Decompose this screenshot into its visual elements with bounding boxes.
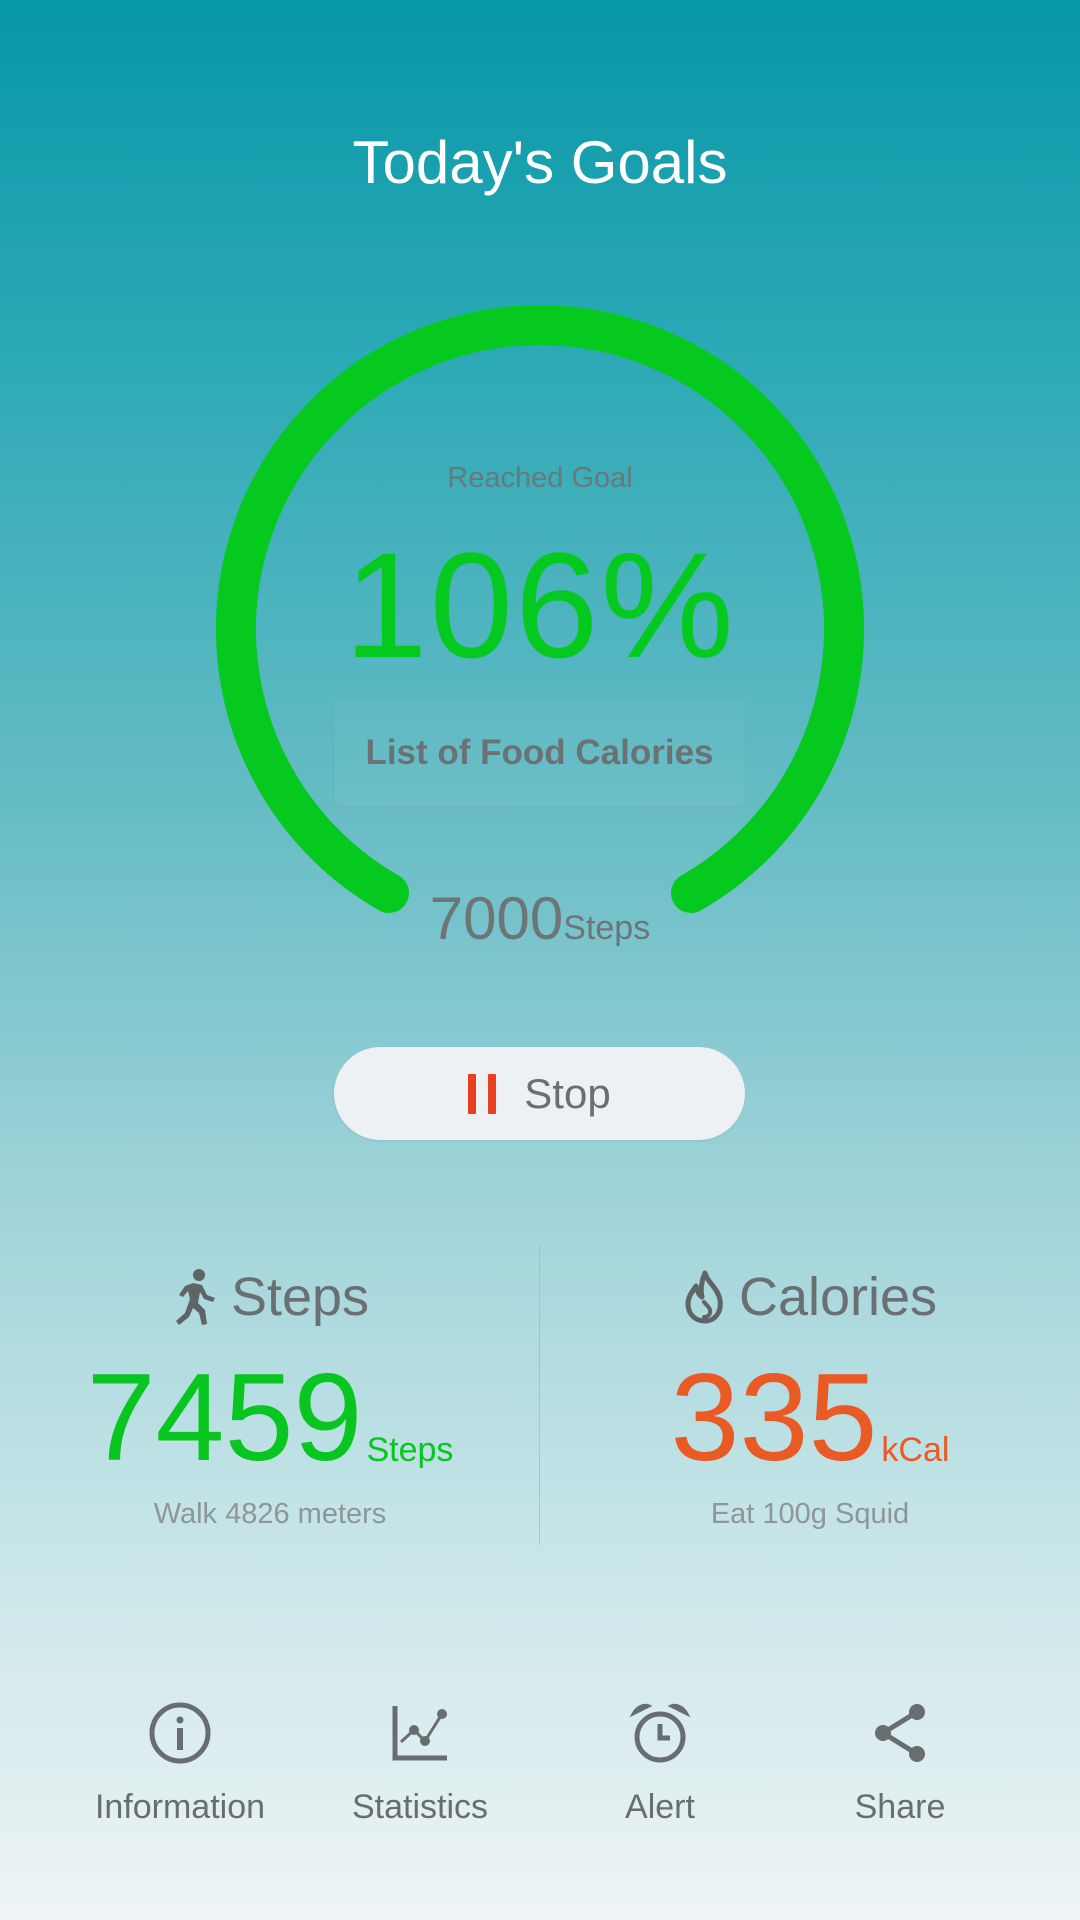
- stop-button[interactable]: Stop: [334, 1047, 745, 1140]
- goal-percent: 106%: [344, 521, 736, 689]
- statistics-icon: [392, 1706, 447, 1761]
- step-goal-value: 7000: [429, 885, 564, 952]
- nav-label-alert: Alert: [625, 1788, 695, 1826]
- alarm-clock-icon: [629, 1703, 691, 1763]
- nav-item-alert[interactable]: Alert: [540, 1698, 780, 1827]
- screen: Today's Goals Reached Goal 106% List of …: [0, 0, 1080, 1920]
- nav-item-statistics[interactable]: Statistics: [300, 1698, 540, 1827]
- steps-unit: Steps: [366, 1431, 454, 1469]
- share-icon: [875, 1704, 925, 1762]
- nav-label-statistics: Statistics: [351, 1788, 489, 1826]
- walking-person-icon: [175, 1269, 215, 1325]
- reached-goal-label: Reached Goal: [447, 462, 633, 494]
- info-icon: [149, 1702, 211, 1764]
- calories-subtitle: Eat 100g Squid: [710, 1498, 910, 1530]
- food-calories-button-label: List of Food Calories: [365, 733, 714, 772]
- steps-value: 7459: [86, 1349, 363, 1487]
- food-calories-button[interactable]: List of Food Calories: [333, 699, 746, 807]
- nav-label-share: Share: [854, 1788, 946, 1826]
- bottom-nav: Information Statistics Alert Share: [0, 1698, 1080, 1827]
- calories-stat: Calories 335 kCal Eat 100g Squid: [540, 1262, 1080, 1531]
- steps-title: Steps: [230, 1267, 370, 1327]
- nav-label-information: Information: [94, 1788, 266, 1826]
- goal-progress-ring: [216, 305, 864, 913]
- calories-title: Calories: [738, 1267, 938, 1327]
- pause-icon: [468, 1073, 497, 1114]
- nav-item-share[interactable]: Share: [780, 1698, 1020, 1827]
- calories-value: 335: [670, 1349, 878, 1487]
- step-goal: 7000Steps: [0, 884, 1080, 953]
- step-goal-unit: Steps: [563, 909, 651, 947]
- stop-button-label: Stop: [524, 1069, 611, 1117]
- flame-icon: [685, 1270, 723, 1324]
- steps-stat: Steps 7459 Steps Walk 4826 meters: [0, 1262, 540, 1531]
- calories-unit: kCal: [881, 1431, 950, 1469]
- nav-item-information[interactable]: Information: [60, 1698, 300, 1827]
- steps-subtitle: Walk 4826 meters: [153, 1498, 387, 1530]
